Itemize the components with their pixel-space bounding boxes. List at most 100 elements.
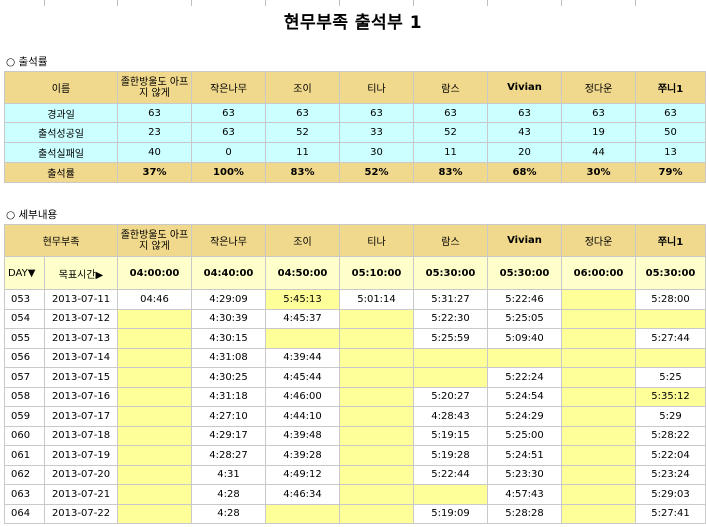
cell[interactable]: 52 [265, 122, 340, 143]
time-cell[interactable] [117, 386, 192, 407]
time-cell[interactable]: 5:28:28 [487, 503, 562, 524]
date-cell[interactable]: 2013-07-13 [44, 328, 118, 349]
time-cell[interactable]: 4:31:18 [191, 386, 266, 407]
time-cell[interactable] [339, 308, 414, 329]
cell[interactable]: 13 [635, 142, 706, 163]
cell[interactable]: 33 [339, 122, 414, 143]
target-time[interactable]: 04:00:00 [117, 256, 192, 290]
time-cell[interactable]: 5:09:40 [487, 328, 562, 349]
date-cell[interactable]: 2013-07-21 [44, 484, 118, 505]
day-cell[interactable]: 064 [4, 503, 45, 524]
header-member[interactable]: 람스 [413, 71, 488, 104]
time-cell[interactable]: 4:45:44 [265, 367, 340, 388]
cell[interactable]: 11 [413, 142, 488, 163]
time-cell[interactable]: 5:28:22 [635, 425, 706, 446]
cell[interactable]: 63 [265, 103, 340, 123]
rate-cell[interactable]: 79% [635, 162, 706, 183]
header-member[interactable]: 티나 [339, 224, 414, 257]
row-label[interactable]: 출석성공일 [4, 122, 118, 143]
day-cell[interactable]: 055 [4, 328, 45, 349]
rate-cell[interactable]: 37% [117, 162, 192, 183]
target-time[interactable]: 04:40:00 [191, 256, 266, 290]
cell[interactable]: 63 [561, 103, 636, 123]
time-cell[interactable]: 5:24:29 [487, 406, 562, 427]
header-member[interactable]: 정다운 [561, 224, 636, 257]
cell[interactable]: 11 [265, 142, 340, 163]
cell[interactable]: 63 [191, 103, 266, 123]
time-cell[interactable]: 5:45:13 [265, 289, 340, 310]
time-cell[interactable]: 5:22:04 [635, 445, 706, 466]
time-cell[interactable] [339, 367, 414, 388]
time-cell[interactable] [561, 328, 636, 349]
time-cell[interactable]: 5:25 [635, 367, 706, 388]
time-cell[interactable] [339, 464, 414, 485]
day-cell[interactable]: 063 [4, 484, 45, 505]
time-cell[interactable]: 4:30:25 [191, 367, 266, 388]
time-cell[interactable] [561, 445, 636, 466]
header-member[interactable]: 티나 [339, 71, 414, 104]
time-cell[interactable]: 4:31:08 [191, 347, 266, 368]
time-cell[interactable]: 4:28:27 [191, 445, 266, 466]
day-cell[interactable]: 061 [4, 445, 45, 466]
cell[interactable]: 63 [487, 103, 562, 123]
time-cell[interactable]: 04:46 [117, 289, 192, 310]
header-member[interactable]: Vivian [487, 224, 562, 257]
rate-cell[interactable]: 83% [413, 162, 488, 183]
time-cell[interactable]: 5:29 [635, 406, 706, 427]
header-member[interactable]: 작은나무 [191, 71, 266, 104]
cell[interactable]: 43 [487, 122, 562, 143]
time-cell[interactable] [561, 308, 636, 329]
cell[interactable]: 30 [339, 142, 414, 163]
time-cell[interactable]: 5:25:05 [487, 308, 562, 329]
rate-cell[interactable]: 52% [339, 162, 414, 183]
time-cell[interactable] [561, 289, 636, 310]
time-cell[interactable] [117, 406, 192, 427]
time-cell[interactable]: 4:39:48 [265, 425, 340, 446]
target-time[interactable]: 05:10:00 [339, 256, 414, 290]
time-cell[interactable]: 5:19:28 [413, 445, 488, 466]
time-cell[interactable] [265, 328, 340, 349]
time-cell[interactable]: 5:31:27 [413, 289, 488, 310]
time-cell[interactable]: 5:23:24 [635, 464, 706, 485]
time-cell[interactable] [117, 328, 192, 349]
day-cell[interactable]: 058 [4, 386, 45, 407]
time-cell[interactable]: 5:28:00 [635, 289, 706, 310]
time-cell[interactable] [339, 484, 414, 505]
time-cell[interactable]: 5:19:15 [413, 425, 488, 446]
date-cell[interactable]: 2013-07-14 [44, 347, 118, 368]
time-cell[interactable]: 4:46:34 [265, 484, 340, 505]
row-label[interactable]: 경과일 [4, 103, 118, 123]
day-cell[interactable]: 060 [4, 425, 45, 446]
target-time[interactable]: 05:30:00 [487, 256, 562, 290]
cell[interactable]: 50 [635, 122, 706, 143]
time-cell[interactable]: 4:30:15 [191, 328, 266, 349]
cell[interactable]: 19 [561, 122, 636, 143]
date-cell[interactable]: 2013-07-20 [44, 464, 118, 485]
time-cell[interactable] [339, 347, 414, 368]
rate-cell[interactable]: 100% [191, 162, 266, 183]
header-member[interactable]: 조이 [265, 71, 340, 104]
day-cell[interactable]: 062 [4, 464, 45, 485]
cell[interactable]: 40 [117, 142, 192, 163]
header-name-label[interactable]: 이름 [4, 71, 118, 104]
time-cell[interactable]: 4:45:37 [265, 308, 340, 329]
time-cell[interactable] [339, 425, 414, 446]
header-member[interactable]: 졸한방울도 아프지 않게 [117, 71, 192, 104]
time-cell[interactable] [117, 503, 192, 524]
time-cell[interactable]: 5:24:54 [487, 386, 562, 407]
date-cell[interactable]: 2013-07-19 [44, 445, 118, 466]
time-cell[interactable] [487, 347, 562, 368]
day-cell[interactable]: 059 [4, 406, 45, 427]
time-cell[interactable] [117, 484, 192, 505]
date-cell[interactable]: 2013-07-22 [44, 503, 118, 524]
time-cell[interactable]: 4:44:10 [265, 406, 340, 427]
time-cell[interactable]: 5:35:12 [635, 386, 706, 407]
time-cell[interactable] [413, 347, 488, 368]
time-cell[interactable]: 5:19:09 [413, 503, 488, 524]
time-cell[interactable] [561, 503, 636, 524]
time-cell[interactable]: 5:27:41 [635, 503, 706, 524]
time-cell[interactable] [413, 367, 488, 388]
time-cell[interactable]: 4:28 [191, 484, 266, 505]
target-time[interactable]: 04:50:00 [265, 256, 340, 290]
target-time[interactable]: 05:30:00 [635, 256, 706, 290]
